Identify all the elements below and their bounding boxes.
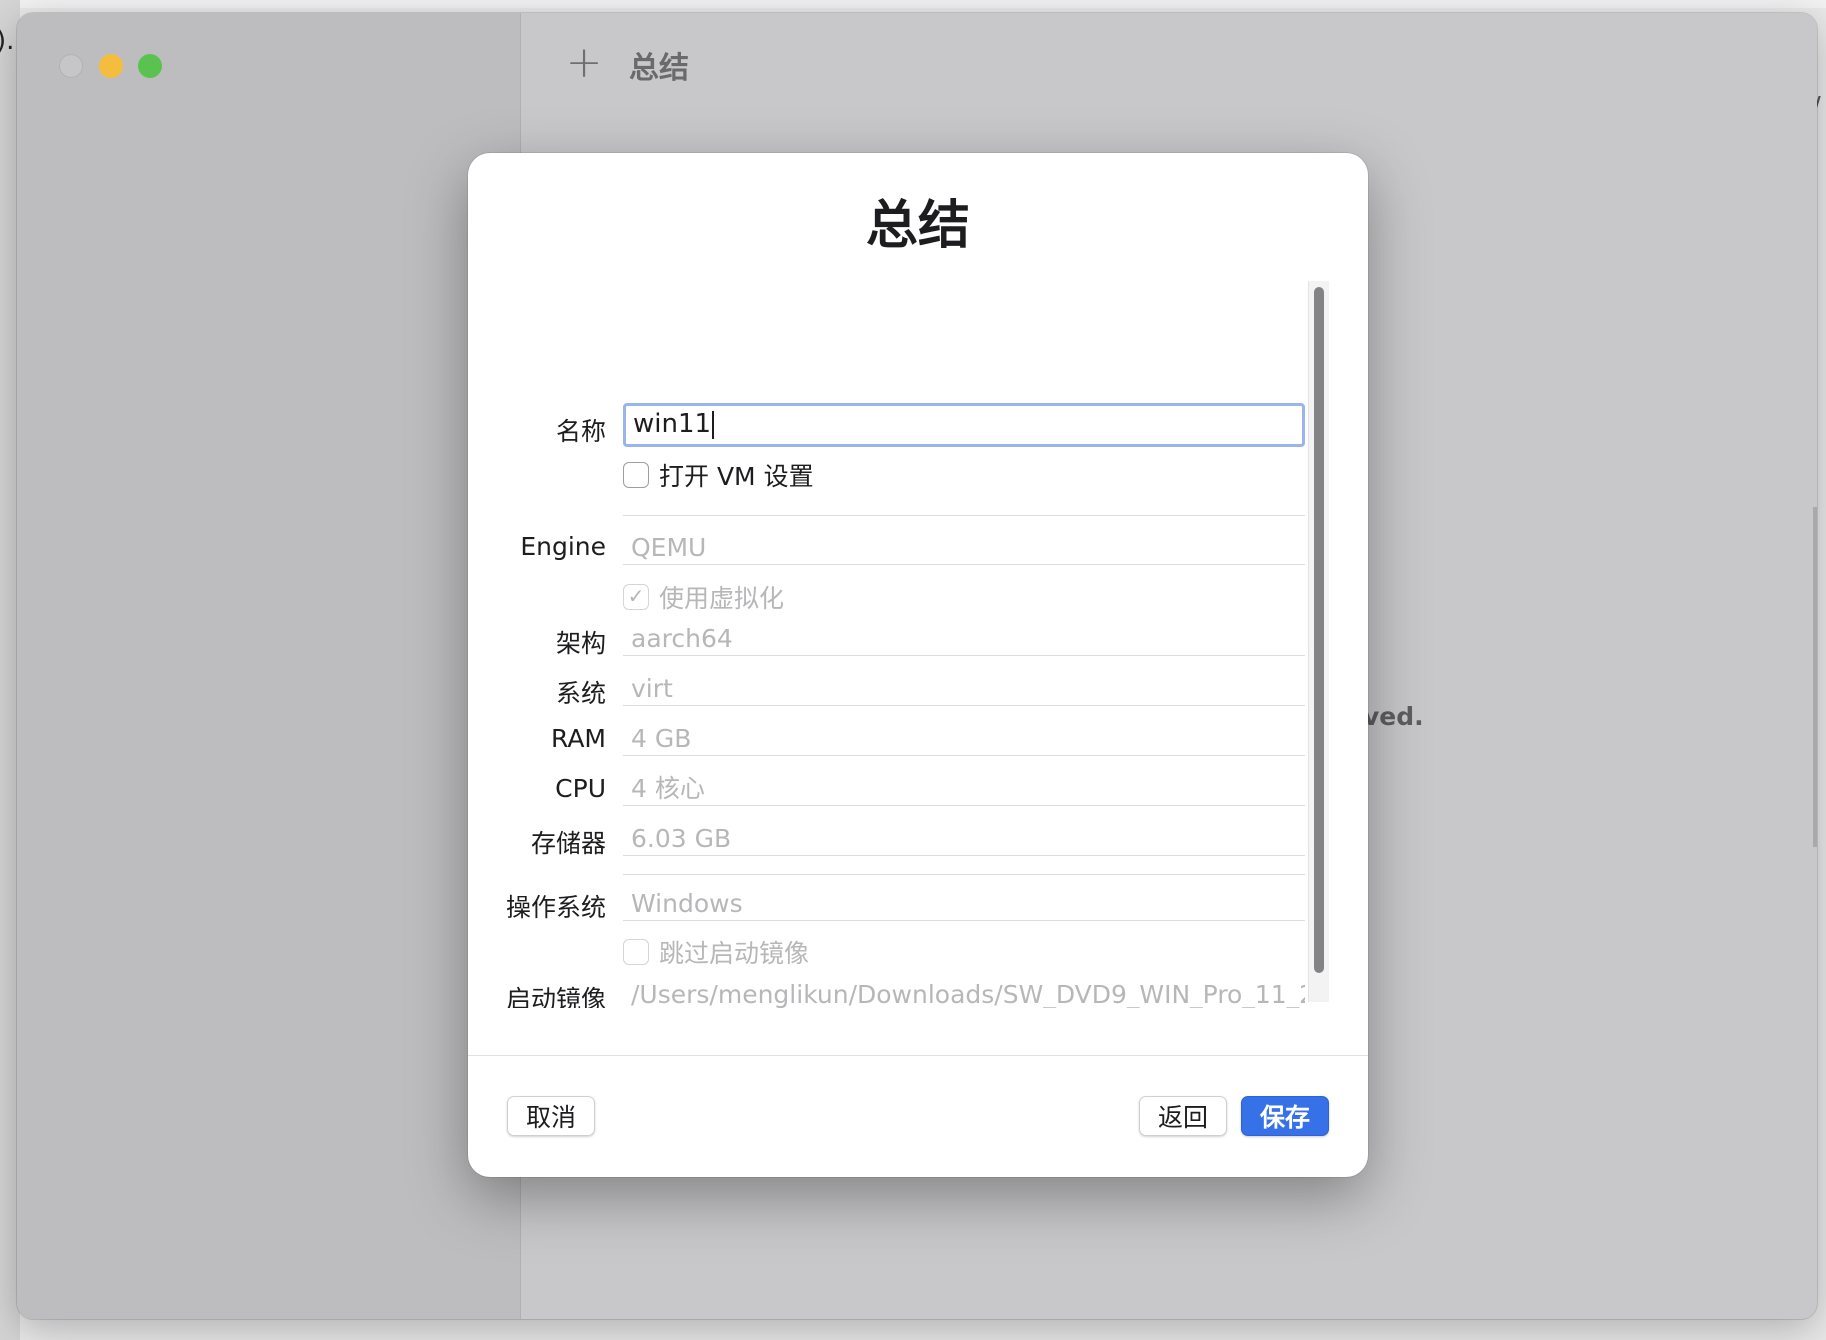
save-button[interactable]: 保存 (1241, 1096, 1329, 1136)
name-value: win11 (633, 409, 712, 439)
architecture-label: 架构 (555, 629, 606, 658)
use-virtualization-checkbox: ✓ 使用虚拟化 (623, 580, 784, 614)
storage-field: 6.03 GB (623, 822, 1305, 856)
background-top-strip (0, 0, 1826, 8)
zoom-window-button[interactable] (138, 54, 162, 78)
cpu-field: 4 核心 (623, 772, 1305, 806)
background-message: ved. (1363, 702, 1424, 731)
checkbox-box (623, 462, 649, 488)
skip-boot-image-checkbox: 跳过启动镜像 (623, 935, 809, 969)
background-text-fragment: ). (0, 26, 15, 56)
ram-label: RAM (550, 724, 606, 753)
cpu-label: CPU (555, 774, 606, 803)
scrollbar-thumb[interactable] (1314, 287, 1324, 973)
scrollbar[interactable] (1308, 281, 1329, 1002)
name-input[interactable]: win11 (623, 403, 1305, 447)
checkbox-box (623, 939, 649, 965)
use-virtualization-label: 使用虚拟化 (659, 584, 785, 613)
architecture-field: aarch64 (623, 622, 1305, 656)
minimize-window-button[interactable] (99, 54, 123, 78)
storage-label: 存储器 (530, 829, 606, 858)
open-vm-settings-label: 打开 VM 设置 (659, 462, 814, 491)
plus-icon[interactable]: + (562, 41, 606, 87)
back-button[interactable]: 返回 (1139, 1096, 1227, 1136)
text-caret (712, 410, 715, 439)
os-label: 操作系统 (505, 893, 606, 922)
section-divider (623, 515, 1305, 516)
toolbar-title: 总结 (629, 51, 689, 86)
close-window-button[interactable] (59, 54, 83, 78)
sheet-title: 总结 (865, 196, 970, 256)
engine-field: QEMU (623, 531, 1305, 565)
checkmark-icon: ✓ (623, 584, 649, 610)
ram-field: 4 GB (623, 722, 1305, 756)
summary-scroll-area[interactable]: 名称 win11 打开 VM 设置 Engine QEMU ✓ 使用虚拟化 架构… (468, 281, 1330, 1008)
os-field: Windows (623, 887, 1305, 921)
boot-image-field: /Users/menglikun/Downloads/SW_DVD9_WIN_P… (623, 978, 1305, 1008)
boot-image-label: 启动镜像 (505, 985, 606, 1008)
section-divider (623, 874, 1305, 875)
system-label: 系统 (555, 679, 606, 708)
background-divider (1813, 507, 1817, 847)
engine-label: Engine (520, 532, 606, 561)
footer-divider (468, 1055, 1368, 1056)
system-field: virt (623, 672, 1305, 706)
cancel-button[interactable]: 取消 (507, 1096, 595, 1136)
open-vm-settings-checkbox[interactable]: 打开 VM 设置 (623, 458, 814, 492)
skip-boot-image-label: 跳过启动镜像 (659, 939, 810, 968)
name-label: 名称 (555, 417, 606, 446)
summary-sheet: 总结 名称 win11 打开 VM 设置 Engine QEMU ✓ 使用虚拟化… (468, 153, 1368, 1177)
sidebar (17, 13, 521, 1319)
